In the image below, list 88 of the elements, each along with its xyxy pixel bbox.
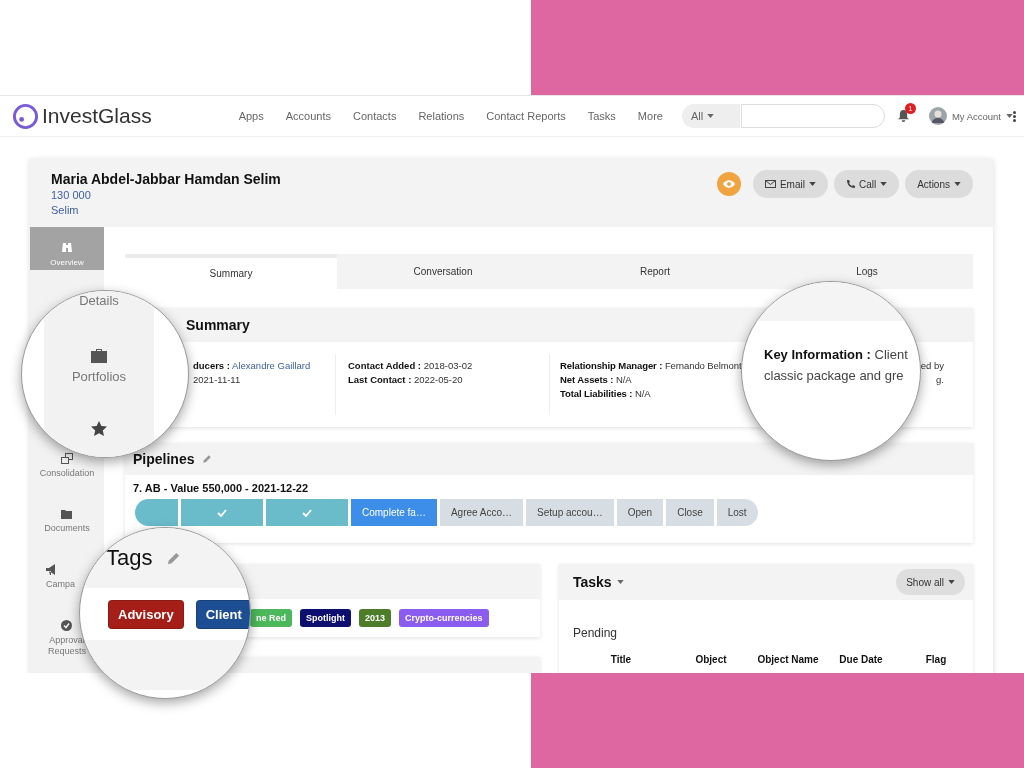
bell-icon[interactable] <box>897 110 909 122</box>
caret-icon <box>954 182 961 186</box>
logo-text: InvestGlass <box>42 104 152 128</box>
tag: ne Red <box>250 609 292 627</box>
phone-icon <box>845 179 855 189</box>
section-label: Pending <box>572 625 619 640</box>
nav-link[interactable]: Contacts <box>352 110 397 122</box>
check-icon <box>217 508 227 517</box>
logo-ring-icon <box>12 102 39 130</box>
kebab-menu-icon[interactable] <box>1013 110 1016 122</box>
watch-button[interactable] <box>716 172 741 196</box>
caret-icon <box>948 580 955 584</box>
briefcase-icon <box>91 349 107 363</box>
sidebar-item[interactable]: Documents <box>44 509 90 534</box>
nav-link[interactable]: Accounts <box>285 110 331 122</box>
sidebar-item[interactable]: Consolidation <box>39 453 95 479</box>
nav-link[interactable]: Relations <box>418 110 465 122</box>
check-circle-icon <box>61 620 73 631</box>
summary-field: 2021-11-11 <box>193 373 241 387</box>
card-title: Pipelines <box>133 451 195 467</box>
contact-name: Maria Abdel-Jabbar Hamdan Selim <box>51 170 281 188</box>
caret-icon <box>707 114 715 118</box>
pencil-icon <box>202 454 213 464</box>
key-information-text: Key Information : Client <box>764 346 909 364</box>
binoculars-icon <box>62 242 72 253</box>
contact-short-name[interactable]: Selim <box>51 203 281 218</box>
caret-icon <box>880 182 888 186</box>
search-field[interactable] <box>740 104 885 128</box>
key-information-text: classic package and gre <box>764 367 905 385</box>
star-icon <box>91 421 107 436</box>
summary-field: Total Liabilities : N/A <box>560 387 651 401</box>
megaphone-icon <box>46 564 57 575</box>
eye-icon <box>722 180 735 188</box>
tab[interactable]: Conversation <box>337 254 549 289</box>
nav-link[interactable]: Apps <box>238 110 264 122</box>
column-header: Title <box>609 654 633 665</box>
column-header: Object <box>694 654 728 665</box>
pipeline-stage[interactable]: Setup accou… <box>526 499 614 526</box>
pipeline-stage[interactable]: Open <box>616 499 664 526</box>
action-button[interactable]: Email <box>752 170 828 198</box>
contact-amount: 130 000 <box>51 188 92 203</box>
caret-icon <box>1006 114 1013 118</box>
tasks-title-dropdown[interactable]: Tasks <box>573 574 624 590</box>
envelope-icon <box>764 180 776 188</box>
pencil-icon <box>166 550 182 566</box>
check-icon <box>302 508 312 517</box>
sidebar-item[interactable]: Portfolios <box>71 369 127 385</box>
pipeline-stage[interactable] <box>135 499 178 526</box>
sidebar-item[interactable]: Details <box>79 293 119 309</box>
summary-field: g. <box>936 373 944 387</box>
column-header: Object Name <box>756 654 820 665</box>
search-scope-dropdown[interactable]: All <box>681 104 740 128</box>
nav-link[interactable]: More <box>637 110 663 122</box>
nav-link[interactable]: Contact Reports <box>486 110 566 122</box>
tag: Advisory <box>108 599 184 629</box>
summary-field: Relationship Manager : Fernando Belmont <box>560 359 742 373</box>
column-header: Due Date <box>838 654 884 665</box>
account-menu[interactable]: My Account <box>928 107 1013 125</box>
summary-field: ducers : Alexandre Gaillard <box>193 359 311 373</box>
deal-title: 7. AB - Value 550,000 - 2021-12-22 <box>133 482 310 494</box>
sidebar-item[interactable]: Campa <box>46 564 75 590</box>
pipeline-stage[interactable]: Lost <box>716 499 758 526</box>
pipeline-stage[interactable]: Complete fa… <box>351 499 437 526</box>
show-all-button[interactable]: Show all <box>896 569 965 595</box>
pipeline-stage[interactable]: Close <box>666 499 714 526</box>
pipeline-stage[interactable]: Agree Acco… <box>439 499 524 526</box>
folder-icon <box>61 509 73 519</box>
avatar-icon <box>928 107 947 125</box>
tag: Crypto-currencies <box>399 609 489 627</box>
tag: Spotlight <box>300 609 351 627</box>
tag: Client <box>195 599 250 629</box>
summary-field: Last Contact : 2022-05-20 <box>348 373 463 387</box>
summary-field: Contact Added : 2018-03-02 <box>348 359 473 373</box>
card-title: Tags <box>106 545 153 571</box>
summary-field: Net Assets : N/A <box>560 373 632 387</box>
caret-icon <box>616 580 624 584</box>
summary-field: ed by <box>920 359 944 373</box>
column-header: Flag <box>924 654 948 665</box>
action-button[interactable]: Actions <box>905 170 973 198</box>
tab[interactable]: Report <box>549 254 761 289</box>
caret-icon <box>808 182 816 186</box>
tab[interactable]: Logs <box>761 254 973 289</box>
tag: 2013 <box>359 609 392 627</box>
contact-link[interactable]: Alexandre Gaillard <box>232 360 311 371</box>
nav-link[interactable]: Tasks <box>587 110 616 122</box>
windows-icon <box>61 453 73 464</box>
sidebar-item[interactable]: Approval Requests <box>48 620 86 657</box>
action-button[interactable]: Call <box>833 170 900 198</box>
